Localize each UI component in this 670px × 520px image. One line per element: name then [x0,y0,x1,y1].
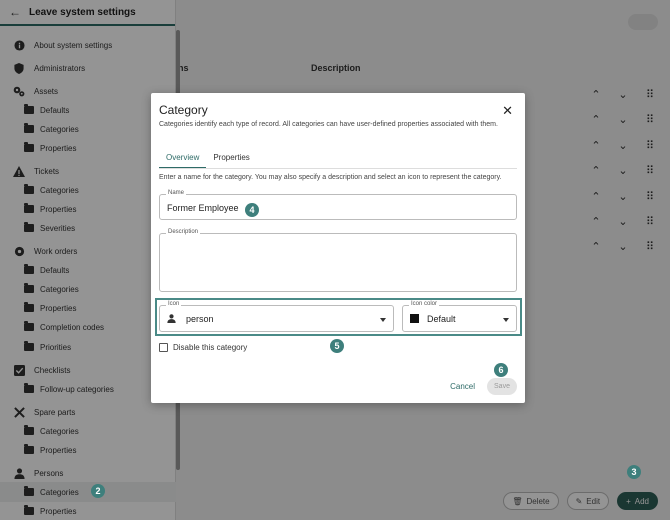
step-badge-4: 4 [245,203,259,217]
step-badge-2: 2 [91,484,105,498]
step-badge-6: 6 [494,363,508,377]
person-icon [167,314,176,326]
name-field-label: Name [166,190,187,196]
close-icon[interactable]: ✕ [502,103,513,119]
save-button[interactable]: Save [487,378,517,395]
dialog-title: Category [159,103,208,117]
name-field[interactable]: Name Former Employee [159,190,517,220]
icon-color-value: Default [427,314,456,324]
icon-color-select[interactable]: Icon color Default [402,301,517,332]
name-input[interactable]: Former Employee [167,203,239,213]
dialog-description: Categories identify each type of record.… [159,121,498,128]
tab-overview[interactable]: Overview [159,150,207,168]
caret-down-icon [503,318,509,322]
disable-category-checkbox[interactable] [159,343,168,352]
tabs-divider [159,168,517,169]
disable-category-label[interactable]: Disable this category [173,343,247,352]
caret-down-icon [380,318,386,322]
icon-color-label: Icon color [409,301,440,307]
step-badge-5: 5 [330,339,344,353]
category-dialog: Category ✕ Categories identify each type… [151,93,525,403]
color-swatch-icon [410,314,419,323]
cancel-button[interactable]: Cancel [450,382,475,391]
tab-properties[interactable]: Properties [206,150,256,168]
overview-hint: Enter a name for the category. You may a… [159,174,502,181]
dialog-tabs: Overview Properties [159,150,257,168]
description-field-label: Description [166,229,201,235]
description-field[interactable]: Description [159,229,517,292]
icon-select[interactable]: Icon person [159,301,394,332]
icon-select-label: Icon [166,301,182,307]
step-badge-3: 3 [627,465,641,479]
icon-select-value: person [186,314,214,324]
